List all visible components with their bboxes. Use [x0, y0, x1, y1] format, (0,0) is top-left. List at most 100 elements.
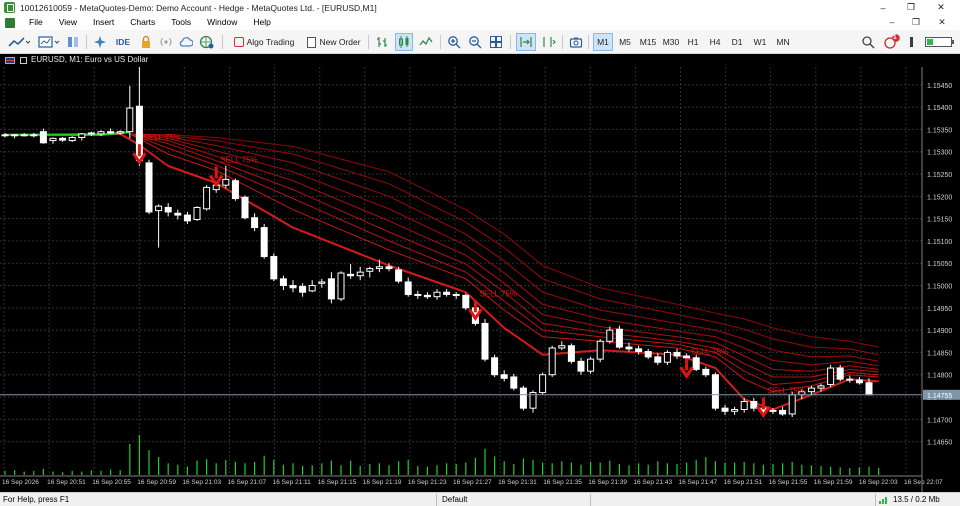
candle-body	[49, 137, 57, 142]
price-tick-label: 1.14800	[927, 373, 952, 380]
candle-body	[702, 368, 710, 376]
algo-trading-button[interactable]: Algo Trading	[230, 33, 298, 51]
market-watch-button[interactable]	[66, 33, 82, 51]
timeframe-m15[interactable]: M15	[637, 33, 659, 51]
price-tick-label: 1.15400	[927, 105, 952, 112]
sparkle-icon	[94, 36, 106, 48]
menu-help[interactable]: Help	[245, 15, 278, 30]
auto-scroll-button[interactable]	[516, 33, 536, 51]
maximize-button[interactable]: ❐	[896, 0, 926, 15]
candle-body	[164, 206, 172, 213]
time-tick-label: 16 Sep 21:03	[182, 479, 221, 486]
market-button[interactable]	[198, 33, 216, 51]
timeframe-d1[interactable]: D1	[728, 33, 746, 51]
strategy-tester-button[interactable]	[92, 33, 108, 51]
status-traffic: 13.5 / 0.2 Mb	[893, 495, 940, 504]
tile-windows-button[interactable]	[488, 33, 504, 51]
terminal-window: 10012610059 - MetaQuotes-Demo: Demo Acco…	[0, 0, 960, 506]
globe-refresh-icon	[199, 35, 214, 49]
price-tick-label: 1.15250	[927, 172, 952, 179]
candle-body	[251, 217, 259, 229]
line-chart-icon	[419, 36, 433, 46]
price-chart[interactable]: 1.15450 1.15400 1.15350 1.15300 1.15250 1.152…	[0, 67, 960, 492]
bar-chart-button[interactable]	[374, 33, 390, 51]
line-chart-button[interactable]	[418, 33, 434, 51]
candle-body	[299, 285, 307, 293]
search-button[interactable]	[860, 33, 876, 51]
time-tick-label: 16 Sep 20:55	[92, 479, 131, 486]
candle-body	[174, 212, 182, 216]
time-tick-label: 16 Sep 21:51	[724, 479, 763, 486]
timeframe-m5[interactable]: M5	[615, 33, 635, 51]
candle-body	[356, 271, 364, 277]
candle-body	[683, 355, 691, 359]
screenshot-button[interactable]	[568, 33, 584, 51]
signals-button[interactable]	[158, 33, 174, 51]
price-tick-label: 1.15450	[927, 83, 952, 90]
candle-body	[366, 268, 374, 272]
timeframe-w1[interactable]: W1	[750, 33, 770, 51]
close-button[interactable]: ✕	[926, 0, 956, 15]
timeframe-h1[interactable]: H1	[684, 33, 702, 51]
zoom-out-button[interactable]	[467, 33, 483, 51]
chart-symbol-label: EURUSD, M1: Euro vs US Dollar	[31, 55, 149, 64]
minimize-button[interactable]: –	[868, 0, 898, 15]
candle-body	[596, 340, 604, 360]
candle-body	[59, 137, 67, 141]
profiles-button[interactable]	[36, 33, 62, 51]
menu-bar: File View Insert Charts Tools Window Hel…	[0, 15, 960, 30]
algo-trading-label: Algo Trading	[246, 37, 295, 47]
candle-body	[203, 186, 211, 210]
candle-body	[635, 348, 643, 353]
lock-button[interactable]	[138, 33, 154, 51]
menu-window[interactable]: Window	[199, 15, 245, 30]
menu-charts[interactable]: Charts	[122, 15, 163, 30]
menu-tools[interactable]: Tools	[163, 15, 199, 30]
menu-insert[interactable]: Insert	[85, 15, 122, 30]
timeframe-m30[interactable]: M30	[660, 33, 682, 51]
grid-icon	[490, 36, 502, 48]
ide-button[interactable]: IDE	[112, 33, 134, 51]
timeframe-h4[interactable]: H4	[706, 33, 724, 51]
status-bar: For Help, press F1 Default 13.5 / 0.2 Mb	[0, 492, 960, 506]
candle-body	[289, 285, 297, 289]
candle-body	[654, 356, 662, 363]
vps-button[interactable]	[178, 33, 194, 51]
sell-signal-label: SELL 75%	[479, 289, 517, 298]
candle-body	[567, 345, 575, 362]
candle-body	[231, 180, 239, 200]
chart-shift-icon	[543, 37, 556, 47]
time-tick-label: 16 Sep 21:31	[498, 479, 537, 486]
menu-view[interactable]: View	[51, 15, 85, 30]
chart-close-button[interactable]: ✕	[930, 15, 954, 30]
chart-header: EURUSD, M1: Euro vs US Dollar	[0, 54, 960, 67]
new-chart-button[interactable]	[6, 33, 32, 51]
chart-shift-button[interactable]	[540, 33, 558, 51]
timeframe-mn[interactable]: MN	[772, 33, 794, 51]
price-tick-label: 1.15350	[927, 127, 952, 134]
time-tick-label: 16 Sep 21:07	[228, 479, 267, 486]
candle-body	[606, 329, 614, 342]
chart-restore-button[interactable]: ❐	[904, 15, 928, 30]
candle-body	[145, 162, 153, 213]
broadcast-icon	[160, 38, 172, 46]
title-bar: 10012610059 - MetaQuotes-Demo: Demo Acco…	[0, 0, 960, 15]
time-tick-label: 16 Sep 21:47	[679, 479, 718, 486]
candlestick-button[interactable]	[395, 33, 413, 51]
zoom-in-button[interactable]	[446, 33, 462, 51]
candle-body	[779, 409, 787, 415]
candle-body	[855, 379, 863, 384]
candle-body	[740, 400, 748, 411]
algo-off-icon	[233, 37, 244, 47]
notifications-button[interactable]: 1	[882, 33, 902, 51]
new-order-button[interactable]: New Order	[304, 33, 364, 51]
connection-bars-icon	[879, 497, 887, 504]
menu-file[interactable]: File	[21, 15, 51, 30]
timeframe-m1[interactable]: M1	[593, 33, 613, 51]
candle-body	[452, 293, 460, 296]
chart-minimize-button[interactable]: –	[880, 15, 904, 30]
zoom-in-icon	[448, 36, 461, 49]
current-price-label: 1.14755	[927, 393, 952, 400]
candle-body	[404, 281, 412, 295]
connection-status-icon	[906, 33, 918, 51]
